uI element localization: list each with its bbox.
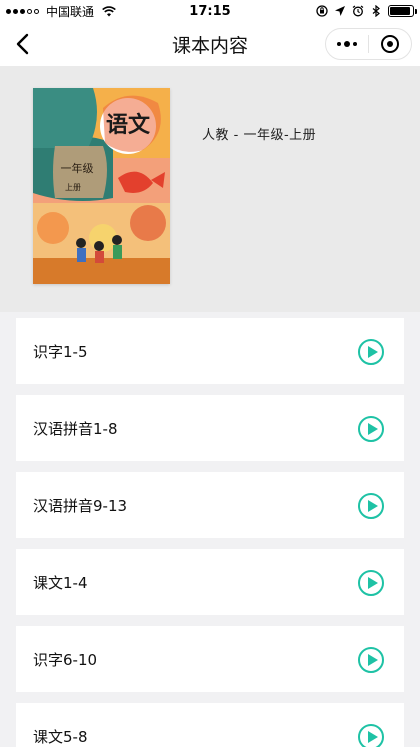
carrier-label: 中国联通	[46, 4, 95, 19]
close-target-icon	[381, 35, 399, 53]
alarm-icon	[352, 5, 364, 17]
lesson-title: 识字1-5	[33, 342, 88, 361]
nav-bar: 课本内容	[0, 22, 420, 66]
lesson-title: 课文5-8	[33, 727, 88, 746]
lesson-item[interactable]: 课文1-4	[16, 549, 404, 615]
status-right	[316, 0, 417, 22]
cover-title-text: 语文	[106, 112, 151, 138]
lesson-item[interactable]: 识字1-5	[16, 318, 404, 384]
signal-icon	[6, 8, 39, 14]
lesson-item[interactable]: 识字6-10	[16, 626, 404, 692]
lesson-title: 汉语拼音1-8	[33, 419, 118, 438]
lesson-title: 汉语拼音9-13	[33, 496, 128, 515]
location-icon	[335, 6, 345, 16]
lesson-title: 课文1-4	[33, 573, 88, 592]
play-icon[interactable]	[358, 647, 384, 673]
play-icon[interactable]	[358, 724, 384, 747]
bluetooth-icon	[372, 5, 380, 17]
play-icon[interactable]	[358, 493, 384, 519]
book-header: 语文 一年级 上册 人教 - 一年级-上册	[0, 66, 420, 312]
more-button[interactable]	[326, 29, 368, 59]
play-icon[interactable]	[358, 416, 384, 442]
cover-grade-text: 一年级	[61, 161, 94, 175]
book-label: 人教 - 一年级-上册	[202, 128, 317, 143]
status-bar: 中国联通 17:15	[0, 0, 420, 22]
play-icon[interactable]	[358, 570, 384, 596]
wifi-icon	[102, 5, 116, 16]
book-cover[interactable]: 语文 一年级 上册	[33, 88, 170, 284]
rotation-lock-icon	[316, 5, 328, 17]
book-cover-image: 语文 一年级 上册	[33, 88, 170, 284]
battery-icon	[388, 5, 417, 17]
more-icon	[337, 41, 357, 47]
cover-volume-text: 上册	[65, 183, 81, 192]
lesson-item[interactable]: 汉语拼音9-13	[16, 472, 404, 538]
play-icon[interactable]	[358, 339, 384, 365]
miniprogram-capsule	[325, 28, 412, 60]
lesson-item[interactable]: 课文5-8	[16, 703, 404, 747]
status-left: 中国联通	[0, 3, 116, 20]
lesson-item[interactable]: 汉语拼音1-8	[16, 395, 404, 461]
lesson-title: 识字6-10	[33, 650, 98, 669]
chevron-left-icon	[16, 33, 29, 55]
page-title: 课本内容	[171, 34, 248, 57]
close-button[interactable]	[369, 29, 411, 59]
back-button[interactable]	[8, 30, 36, 58]
